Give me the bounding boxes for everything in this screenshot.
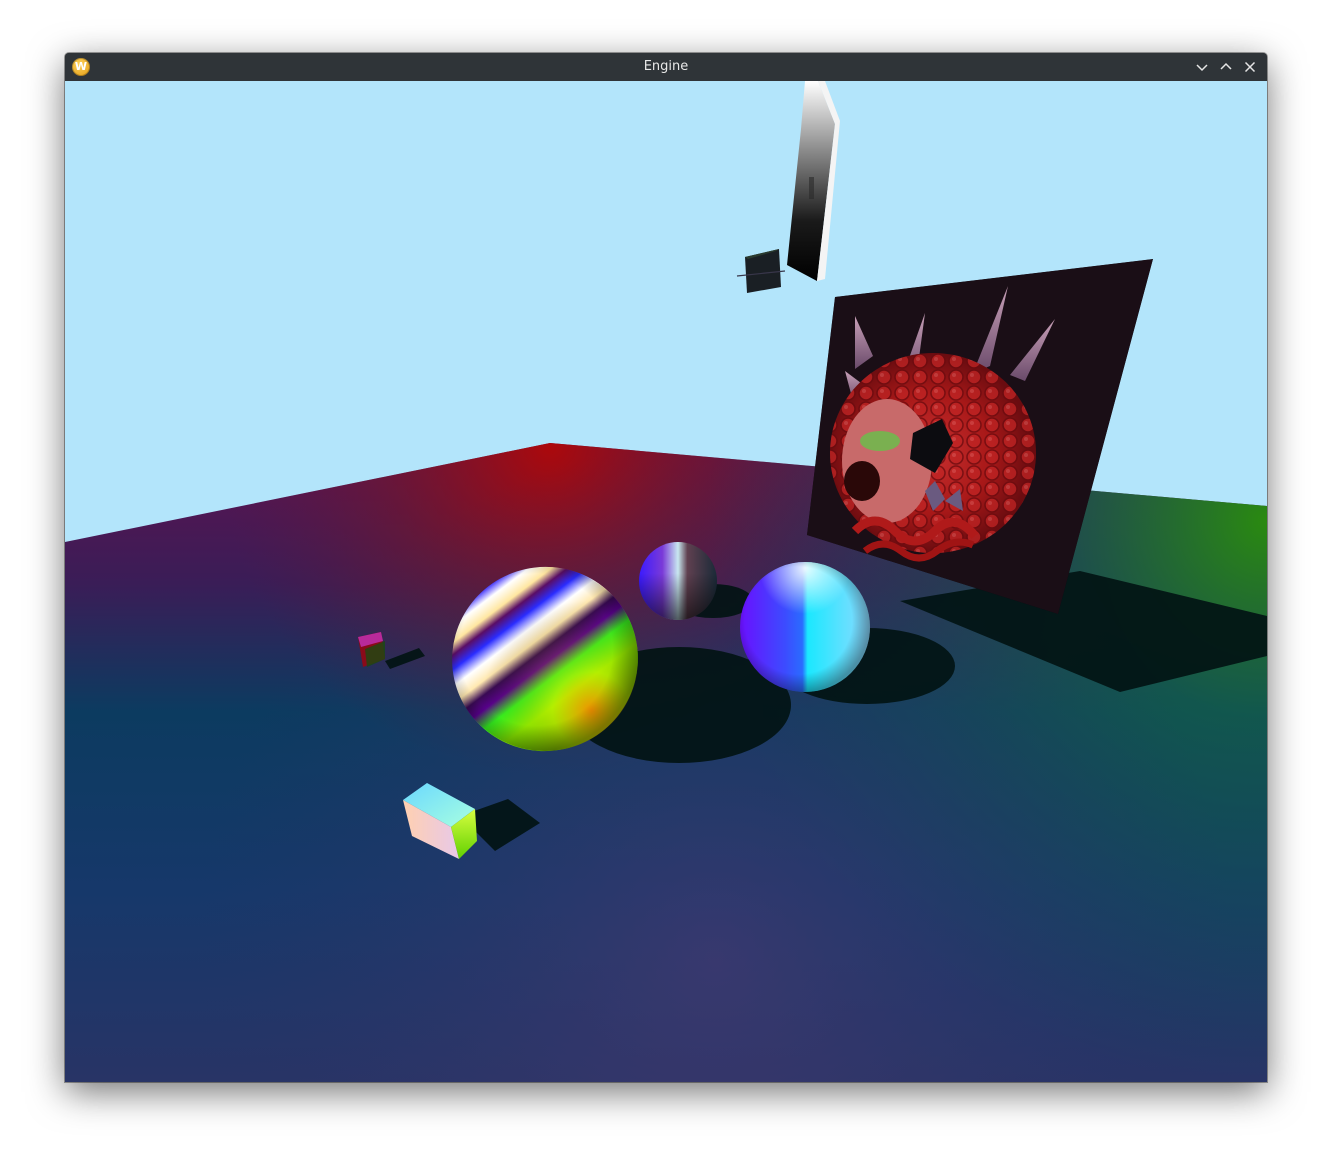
titlebar[interactable]: W Engine (65, 53, 1267, 81)
metallic-sphere (639, 542, 717, 620)
app-window: W Engine (65, 53, 1267, 1082)
close-icon[interactable] (1241, 58, 1259, 76)
window-title: Engine (643, 59, 689, 74)
render-viewport[interactable] (65, 81, 1267, 1082)
minimize-icon[interactable] (1193, 58, 1211, 76)
maximize-icon[interactable] (1217, 58, 1235, 76)
blue-cyan-sphere (740, 562, 870, 692)
